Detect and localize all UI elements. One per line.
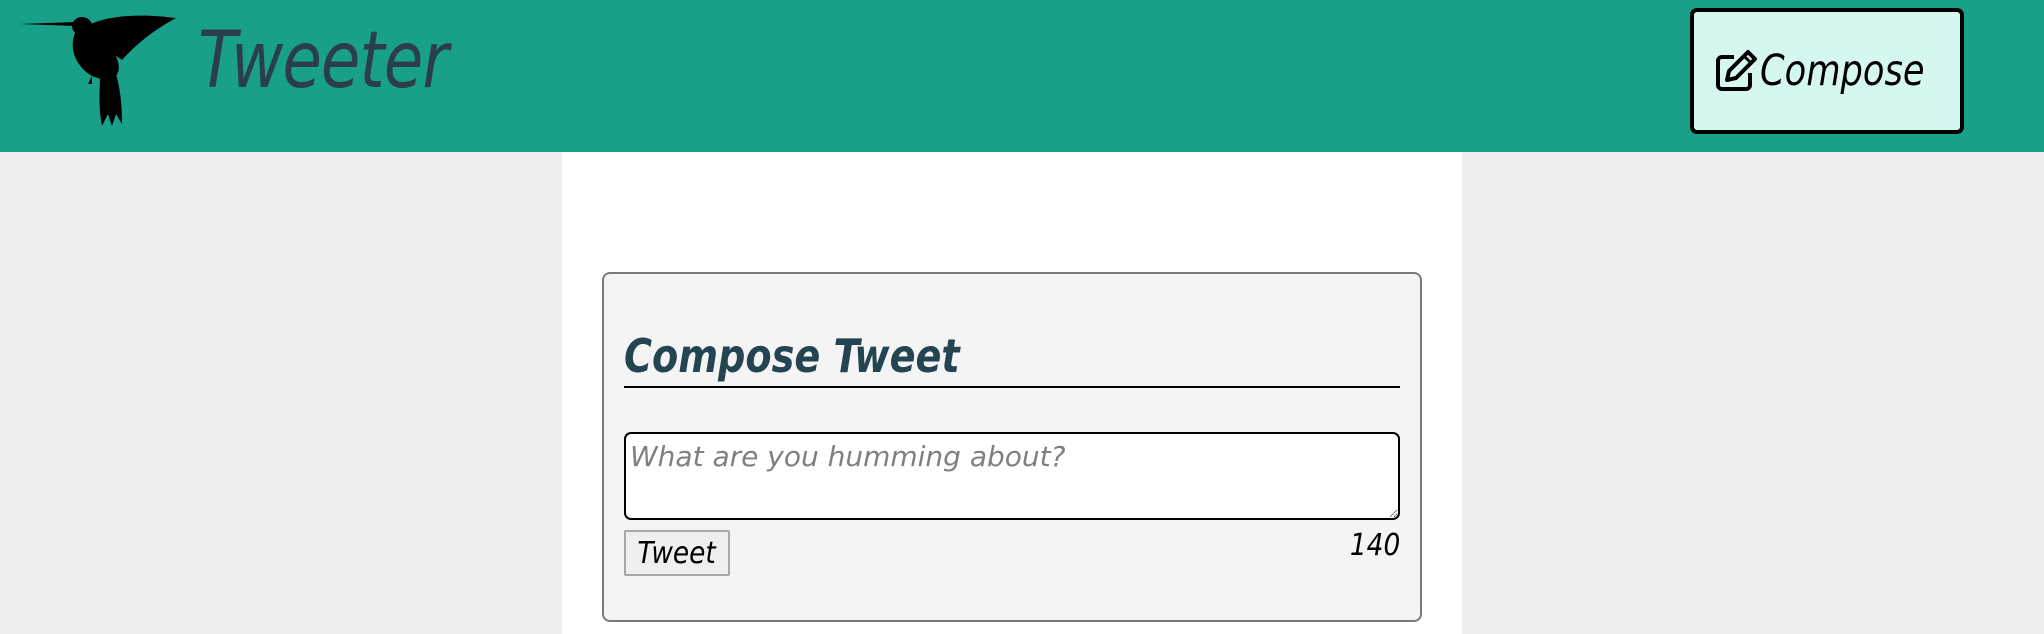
tweet-textarea[interactable] (624, 432, 1400, 520)
tweet-submit-label: Tweet (637, 535, 717, 571)
compose-tweet-panel: Compose Tweet Tweet 140 (602, 272, 1422, 622)
compose-heading: Compose Tweet (624, 329, 1400, 389)
top-nav-bar: Tweeter Compose (0, 0, 2044, 152)
compose-button[interactable]: Compose (1690, 8, 1964, 134)
compose-heading-text: Compose Tweet (624, 329, 960, 383)
hummingbird-icon (20, 15, 176, 126)
brand-title: Tweeter (198, 16, 449, 106)
edit-icon (1715, 50, 1757, 91)
main-content: Compose Tweet Tweet 140 (562, 152, 1462, 634)
compose-button-label: Compose (1759, 46, 1925, 96)
char-counter: 140 (1349, 528, 1400, 563)
tweet-submit-button[interactable]: Tweet (624, 530, 730, 576)
